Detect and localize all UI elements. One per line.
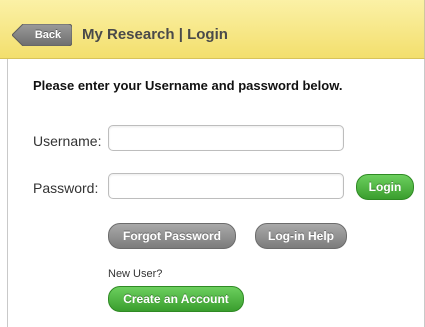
username-label: Username: — [33, 133, 102, 149]
login-help-button[interactable]: Log-in Help — [255, 223, 347, 249]
forgot-password-button[interactable]: Forgot Password — [108, 223, 236, 249]
page-title: My Research | Login — [82, 26, 228, 43]
username-input[interactable] — [108, 125, 344, 151]
password-label: Password: — [33, 180, 99, 196]
login-page: Back My Research | Login Please enter yo… — [0, 0, 425, 327]
instructions-text: Please enter your Username and password … — [33, 78, 343, 93]
back-button-label: Back — [34, 29, 62, 41]
header-bar: Back My Research | Login — [0, 0, 425, 59]
back-button[interactable]: Back — [12, 24, 72, 46]
create-account-button[interactable]: Create an Account — [108, 286, 244, 312]
new-user-label: New User? — [108, 268, 163, 280]
login-button[interactable]: Login — [356, 174, 414, 200]
password-input[interactable] — [108, 173, 344, 199]
left-border — [7, 59, 8, 327]
